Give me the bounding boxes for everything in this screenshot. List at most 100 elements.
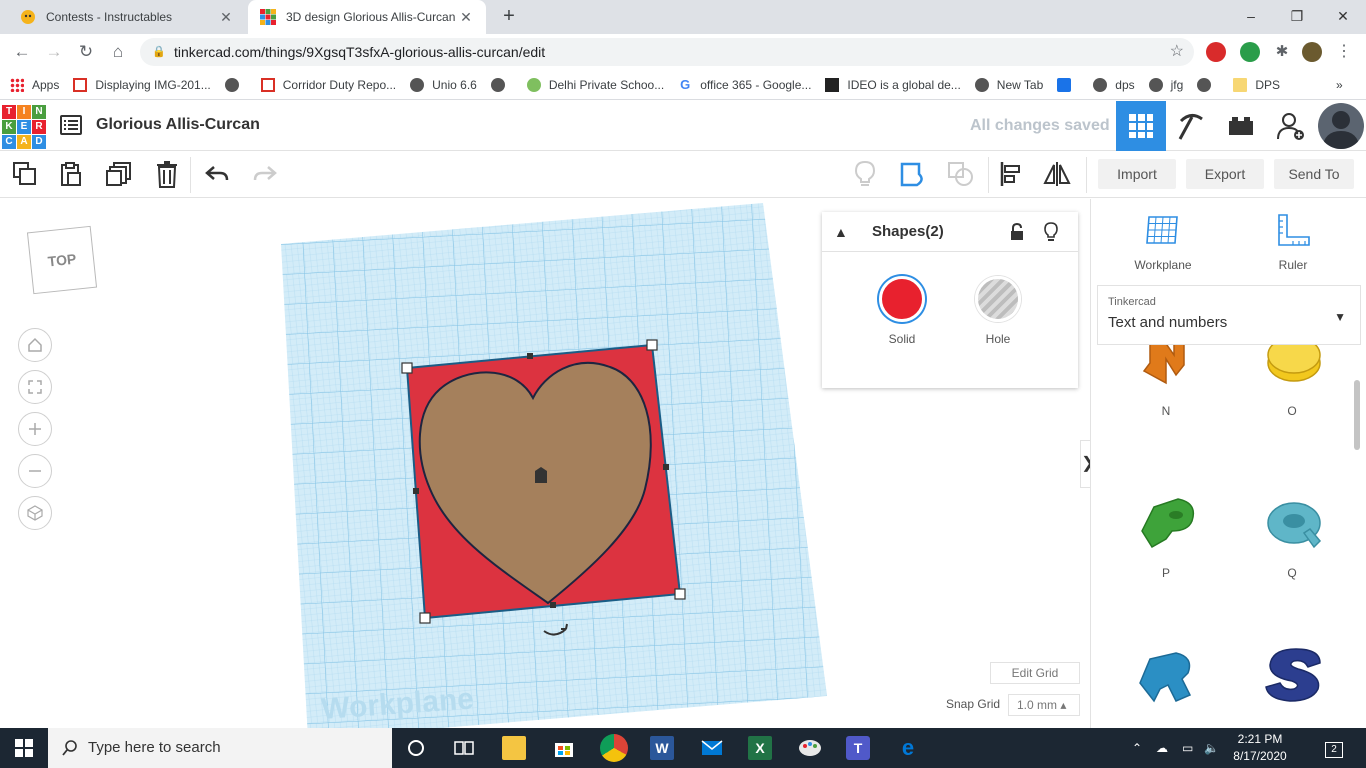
- close-window-button[interactable]: ✕: [1320, 0, 1366, 34]
- battery-icon[interactable]: ▭: [1182, 728, 1193, 768]
- extension-red-icon[interactable]: [1206, 42, 1226, 62]
- 3d-view-button[interactable]: [1116, 101, 1166, 151]
- bookmark-item[interactable]: dps: [1093, 77, 1135, 92]
- tab-tinkercad[interactable]: 3D design Glorious Allis-Curcan | ✕: [248, 0, 486, 34]
- edge-handle[interactable]: [550, 602, 556, 608]
- notifications-button[interactable]: 2: [1322, 728, 1346, 768]
- mirror-button[interactable]: [1042, 159, 1072, 189]
- mail-icon[interactable]: [700, 736, 724, 760]
- solid-option[interactable]: Solid: [872, 276, 932, 346]
- export-button[interactable]: Export: [1186, 159, 1264, 189]
- hole-option[interactable]: Hole: [968, 276, 1028, 346]
- forward-icon[interactable]: →: [42, 40, 66, 64]
- new-tab-button[interactable]: +: [498, 6, 520, 28]
- group-button[interactable]: [898, 159, 928, 189]
- add-user-button[interactable]: [1266, 101, 1316, 151]
- workplane-tool[interactable]: Workplane: [1123, 213, 1203, 272]
- bookmark-item[interactable]: Unio 6.6: [410, 77, 477, 92]
- bookmark-item[interactable]: G office 365 - Google...: [678, 77, 811, 92]
- paint-icon[interactable]: [798, 736, 822, 760]
- volume-icon[interactable]: 🔈: [1204, 728, 1219, 768]
- bookmark-item[interactable]: [490, 77, 513, 92]
- lock-icon[interactable]: [1010, 223, 1024, 241]
- file-explorer-icon[interactable]: [502, 736, 526, 760]
- tab-contests[interactable]: Contests - Instructables ✕: [8, 0, 246, 34]
- bookmark-item[interactable]: [224, 77, 247, 92]
- ungroup-button[interactable]: [946, 159, 976, 189]
- maximize-button[interactable]: ❐: [1274, 0, 1320, 34]
- design-list-icon[interactable]: [60, 115, 82, 135]
- bookmark-item[interactable]: jfg: [1148, 77, 1183, 92]
- bookmark-apps[interactable]: Apps: [10, 77, 59, 92]
- url-input[interactable]: 🔒 tinkercad.com/things/9XgsqT3sfxA-glori…: [140, 38, 1194, 66]
- minimize-button[interactable]: –: [1228, 0, 1274, 34]
- word-icon[interactable]: W: [650, 736, 674, 760]
- bookmark-item[interactable]: Displaying IMG-201...: [73, 77, 211, 92]
- profile-avatar-icon[interactable]: [1302, 42, 1322, 62]
- shape-letter-s[interactable]: [1237, 635, 1347, 718]
- bookmark-item[interactable]: [1197, 77, 1219, 92]
- home-icon[interactable]: ⌂: [106, 40, 130, 64]
- undo-button[interactable]: [202, 159, 232, 189]
- duplicate-button[interactable]: [104, 159, 134, 189]
- onedrive-icon[interactable]: ☁: [1156, 728, 1168, 768]
- edge-icon[interactable]: e: [896, 735, 920, 760]
- notes-button[interactable]: [850, 159, 880, 189]
- extensions-puzzle-icon[interactable]: ✱: [1272, 42, 1292, 62]
- send-to-button[interactable]: Send To: [1274, 159, 1354, 189]
- task-view-icon[interactable]: [452, 736, 476, 760]
- corner-handle[interactable]: [419, 612, 431, 624]
- edge-handle[interactable]: [413, 488, 419, 494]
- bookmark-item[interactable]: [1057, 77, 1079, 92]
- edit-grid-button[interactable]: Edit Grid: [990, 662, 1080, 684]
- shape-letter-r[interactable]: [1111, 635, 1221, 718]
- redo-button[interactable]: [250, 159, 280, 189]
- bookmark-item[interactable]: Delhi Private Schoo...: [526, 77, 664, 92]
- ruler-tool[interactable]: Ruler: [1253, 213, 1333, 272]
- workplane-viewport[interactable]: TOP Workplane ▲ Shapes(2) Solid Hole Edi…: [0, 199, 1090, 728]
- bookmark-item[interactable]: IDEO is a global de...: [825, 77, 961, 92]
- copy-button[interactable]: [10, 159, 40, 189]
- avatar[interactable]: [1318, 103, 1364, 149]
- close-icon[interactable]: ✕: [458, 9, 474, 26]
- import-button[interactable]: Import: [1098, 159, 1176, 189]
- bricks-mode-button[interactable]: [1216, 101, 1266, 151]
- tinkercad-logo[interactable]: T I N K E R C A D: [2, 105, 46, 149]
- menu-dots-icon[interactable]: ⋮: [1334, 42, 1354, 62]
- close-icon[interactable]: ✕: [218, 9, 234, 26]
- bookmark-item[interactable]: Corridor Duty Repo...: [260, 77, 396, 92]
- taskbar-search-input[interactable]: Type here to search: [48, 728, 392, 768]
- excel-icon[interactable]: X: [748, 736, 772, 760]
- corner-handle[interactable]: [401, 362, 413, 374]
- lightbulb-icon[interactable]: [1044, 222, 1058, 242]
- collapse-panel-button[interactable]: ❯: [1080, 440, 1090, 488]
- edge-handle[interactable]: [663, 464, 669, 470]
- bookmark-folder-dps[interactable]: DPS: [1233, 77, 1280, 92]
- corner-handle[interactable]: [646, 339, 658, 351]
- corner-handle[interactable]: [674, 588, 686, 600]
- hole-swatch[interactable]: [975, 276, 1021, 322]
- shape-letter-p[interactable]: P: [1111, 481, 1221, 580]
- bookmarks-more-button[interactable]: »: [1336, 78, 1343, 92]
- chrome-icon[interactable]: [600, 734, 628, 762]
- show-hidden-icons[interactable]: ⌃: [1132, 728, 1142, 768]
- build-mode-button[interactable]: [1166, 101, 1216, 151]
- bookmark-item[interactable]: New Tab: [974, 77, 1043, 92]
- star-icon[interactable]: ☆: [1170, 38, 1184, 66]
- edge-handle[interactable]: [527, 353, 533, 359]
- library-scrollbar[interactable]: [1354, 380, 1360, 450]
- store-icon[interactable]: [552, 736, 576, 760]
- delete-button[interactable]: [152, 159, 182, 189]
- start-button[interactable]: [0, 728, 48, 768]
- reload-icon[interactable]: ↻: [74, 40, 98, 64]
- align-button[interactable]: [996, 159, 1026, 189]
- paste-button[interactable]: [56, 159, 86, 189]
- shape-letter-q[interactable]: Q: [1237, 481, 1347, 580]
- design-title[interactable]: Glorious Allis-Curcan: [96, 116, 260, 134]
- extension-green-icon[interactable]: [1240, 42, 1260, 62]
- library-category-select[interactable]: Tinkercad Text and numbers ▼: [1097, 285, 1361, 345]
- collapse-caret-icon[interactable]: ▲: [834, 224, 848, 240]
- system-clock[interactable]: 2:21 PM 8/17/2020: [1228, 731, 1292, 765]
- back-icon[interactable]: ←: [10, 40, 34, 64]
- snap-grid-select[interactable]: 1.0 mm ▴: [1008, 694, 1080, 716]
